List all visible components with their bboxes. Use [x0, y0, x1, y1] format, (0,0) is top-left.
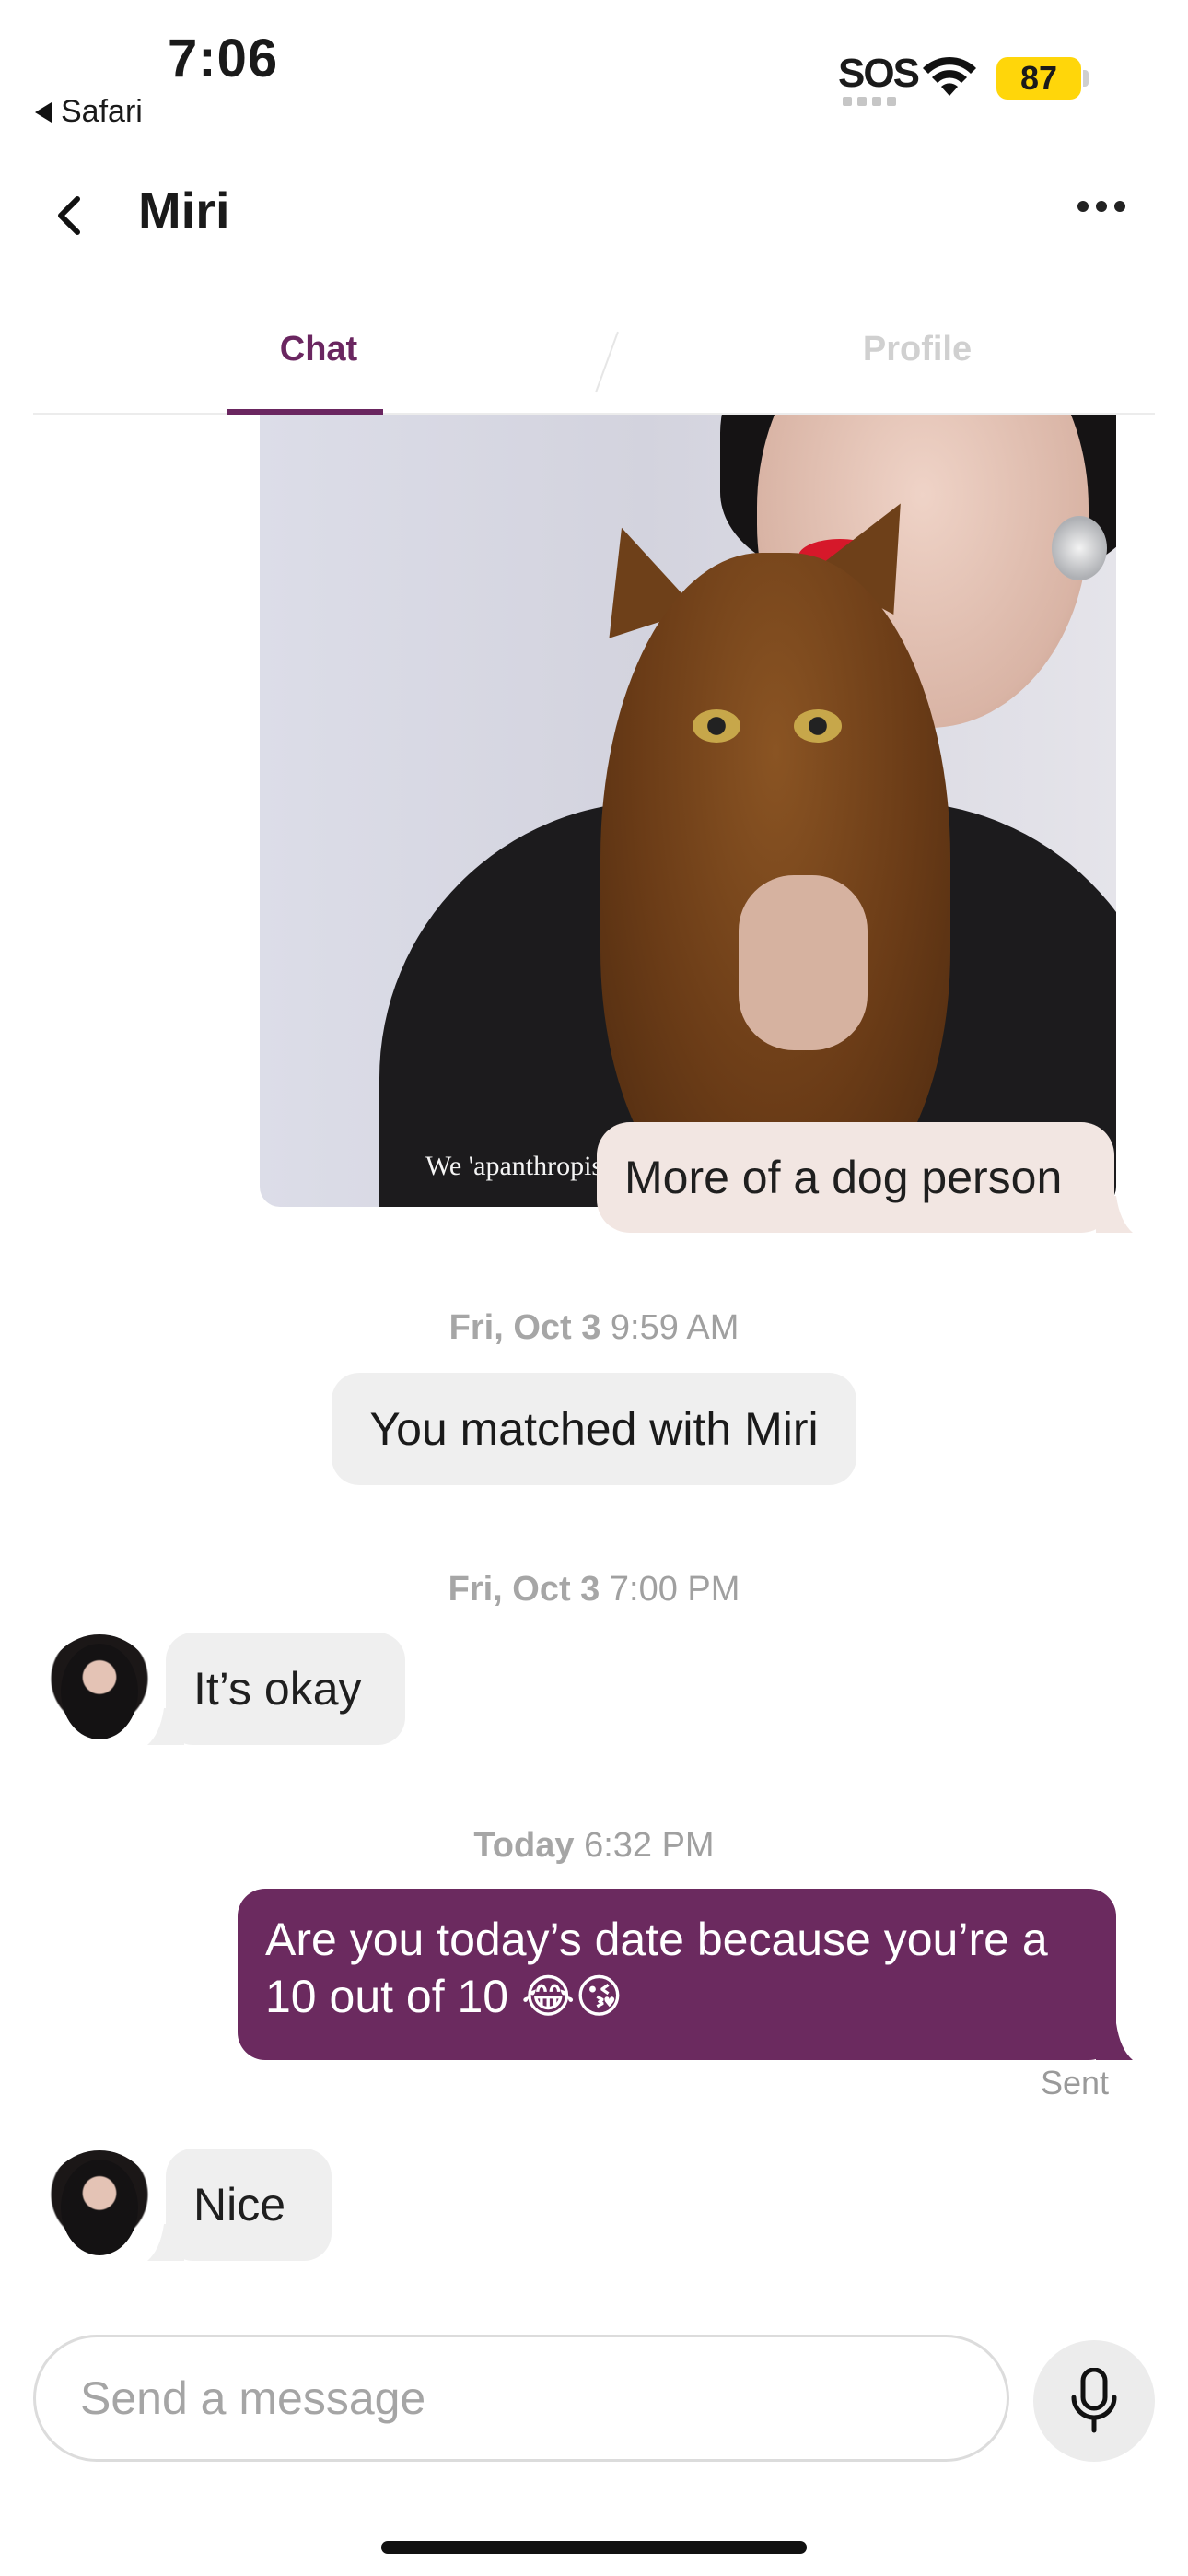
message-composer [33, 2335, 1009, 2462]
timestamp-day: Fri, Oct 3 [448, 1308, 601, 1347]
microphone-button[interactable] [1033, 2340, 1155, 2462]
chat-screen: 7:06 Safari SOS 87 Miri Chat Profile We … [0, 0, 1188, 2576]
back-triangle-icon [35, 101, 52, 123]
match-notice: You matched with Miri [332, 1373, 856, 1485]
tab-profile[interactable]: Profile [798, 286, 1037, 413]
match-notice-text: You matched with Miri [369, 1403, 819, 1455]
wifi-icon [923, 56, 976, 96]
message-text: Are you today’s date because you’re a 10… [265, 1914, 1048, 2022]
timestamp-day: Today [473, 1826, 575, 1865]
tab-profile-label: Profile [862, 329, 973, 369]
message-text: Nice [193, 2179, 286, 2231]
timestamp: Fri, Oct 3 7:00 PM [0, 1570, 1188, 1610]
shared-photo[interactable]: We 'apanthropist [260, 415, 1116, 1207]
tab-bar: Chat Profile [33, 286, 1155, 415]
message-text: It’s okay [193, 1663, 362, 1715]
chat-header: Miri [0, 147, 1188, 276]
tab-chat[interactable]: Chat [227, 286, 411, 415]
tab-chat-label: Chat [279, 329, 358, 369]
photo-reply-text: More of a dog person [624, 1152, 1063, 1203]
avatar[interactable] [44, 1634, 155, 1745]
timestamp-time: 9:59 AM [610, 1308, 740, 1347]
avatar[interactable] [44, 2150, 155, 2261]
chat-title: Miri [138, 181, 230, 240]
more-options-icon[interactable] [1077, 201, 1125, 212]
microphone-icon [1071, 2368, 1117, 2433]
battery-indicator: 87 [996, 57, 1081, 100]
incoming-message-bubble[interactable]: Nice [166, 2149, 332, 2261]
chevron-left-icon[interactable] [48, 193, 92, 238]
outgoing-message-bubble[interactable]: Are you today’s date because you’re a 10… [238, 1889, 1116, 2060]
back-app-label: Safari [61, 94, 143, 129]
home-indicator [381, 2541, 807, 2554]
timestamp-day: Fri, Oct 3 [448, 1570, 600, 1609]
incoming-message-bubble[interactable]: It’s okay [166, 1633, 405, 1745]
timestamp-time: 7:00 PM [609, 1570, 740, 1609]
message-input[interactable] [78, 2371, 964, 2426]
message-status: Sent [1041, 2064, 1110, 2102]
status-time: 7:06 [168, 29, 279, 88]
sos-indicator: SOS [838, 51, 920, 96]
tab-divider [595, 331, 619, 393]
timestamp: Today 6:32 PM [0, 1826, 1188, 1866]
timestamp: Fri, Oct 3 9:59 AM [0, 1308, 1188, 1348]
back-to-safari-link[interactable]: Safari [35, 94, 143, 130]
photo-reply-bubble[interactable]: More of a dog person [597, 1122, 1114, 1233]
signal-dots-icon [843, 97, 896, 106]
bubble-tail [1096, 1196, 1133, 1233]
bubble-tail [1096, 2023, 1133, 2060]
status-bar: 7:06 Safari SOS 87 [0, 0, 1188, 138]
battery-cap-icon [1083, 70, 1089, 87]
timestamp-time: 6:32 PM [584, 1826, 715, 1865]
